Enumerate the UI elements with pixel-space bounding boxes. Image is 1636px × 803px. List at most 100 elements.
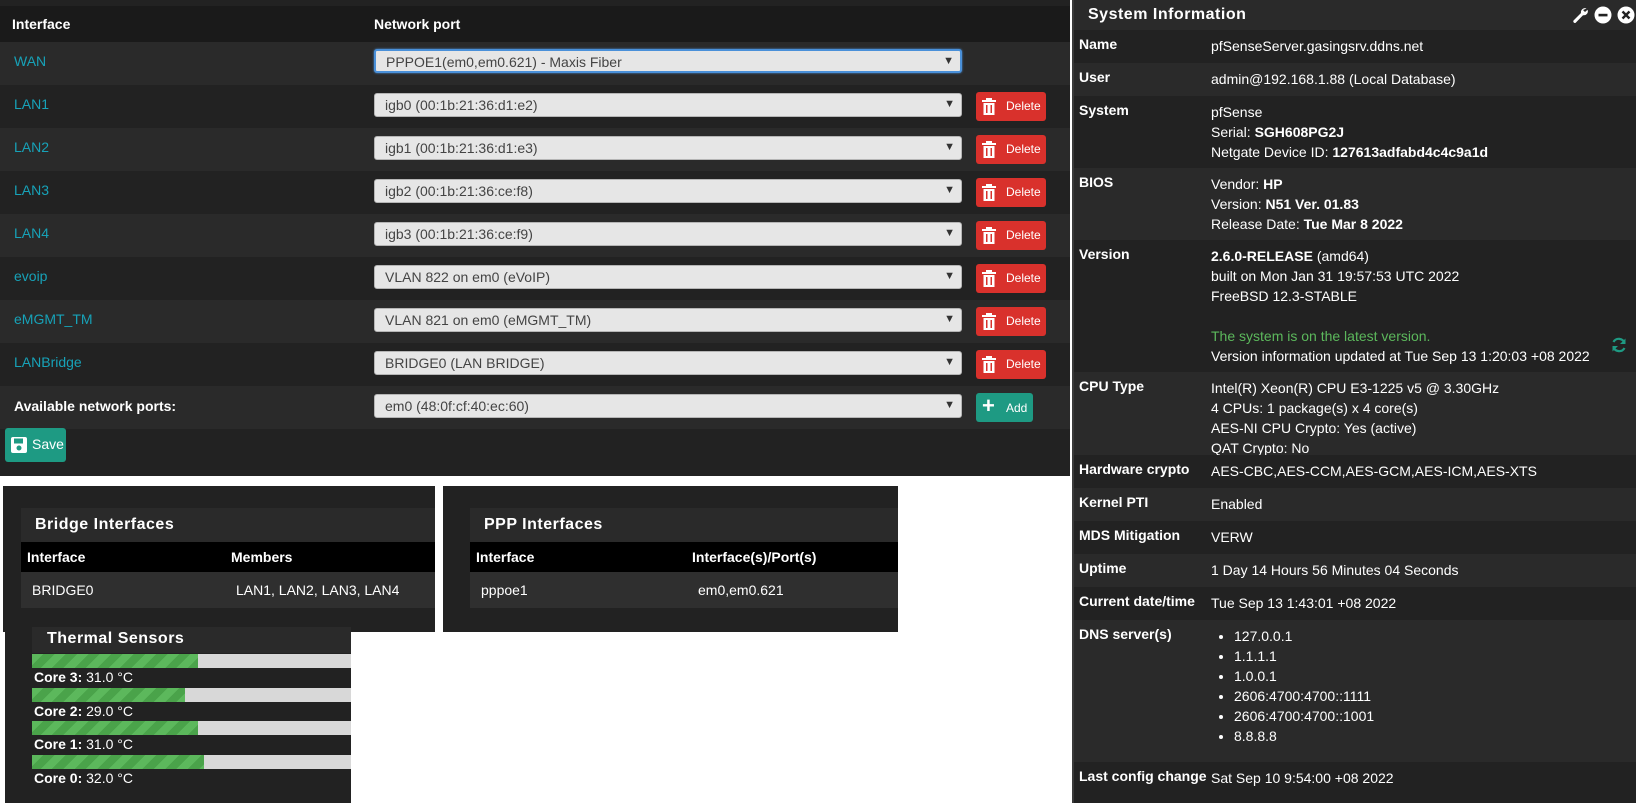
add-label: Add xyxy=(1006,401,1028,415)
chevron-down-icon: ▼ xyxy=(944,356,955,368)
ppp-ports-cell: em0,em0.621 xyxy=(698,582,784,598)
sensor-name: Core 1: xyxy=(34,736,83,752)
info-value: Enabled xyxy=(1211,496,1263,512)
freebsd-version: FreeBSD 12.3-STABLE xyxy=(1211,288,1358,304)
assignment-row-lan1: LAN1 igb0 (00:1b:21:36:d1:e2) ▼ Delete xyxy=(0,85,1070,128)
select-value: igb3 (00:1b:21:36:ce:f9) xyxy=(385,226,533,242)
trash-icon xyxy=(982,356,996,373)
aes-ni-status: AES-NI CPU Crypto: Yes (active) xyxy=(1211,420,1417,436)
info-key: Hardware crypto xyxy=(1079,461,1190,477)
widget-title: System Information xyxy=(1088,6,1247,23)
info-key: System xyxy=(1079,102,1129,118)
serial-label: Serial: xyxy=(1211,124,1255,140)
build-date: built on Mon Jan 31 19:57:53 UTC 2022 xyxy=(1211,268,1460,284)
serial-value: SGH608PG2J xyxy=(1254,124,1345,140)
network-port-select[interactable]: igb3 (00:1b:21:36:ce:f9) ▼ xyxy=(374,222,962,246)
info-row-version: Version 2.6.0-RELEASE (amd64) built on M… xyxy=(1074,240,1636,372)
interface-link[interactable]: LANBridge xyxy=(14,354,82,370)
delete-button[interactable]: Delete xyxy=(976,178,1046,207)
info-value: 1 Day 14 Hours 56 Minutes 04 Seconds xyxy=(1211,562,1459,578)
delete-button[interactable]: Delete xyxy=(976,135,1046,164)
info-value: Sat Sep 10 9:54:00 +08 2022 xyxy=(1211,770,1394,786)
interface-link[interactable]: WAN xyxy=(14,53,46,69)
cpu-model: Intel(R) Xeon(R) CPU E3-1225 v5 @ 3.30GH… xyxy=(1211,380,1500,396)
info-key: DNS server(s) xyxy=(1079,626,1172,642)
temperature-bar xyxy=(32,755,351,769)
interface-link[interactable]: LAN3 xyxy=(14,182,49,198)
sensor-value: 29.0 °C xyxy=(86,703,133,719)
minimize-icon[interactable] xyxy=(1594,6,1612,24)
info-value: 2.6.0-RELEASE (amd64) built on Mon Jan 3… xyxy=(1211,246,1590,366)
info-row-cpu: CPU Type Intel(R) Xeon(R) CPU E3-1225 v5… xyxy=(1074,372,1636,458)
bios-release-value: Tue Mar 8 2022 xyxy=(1303,216,1403,232)
delete-button[interactable]: Delete xyxy=(976,307,1046,336)
save-button[interactable]: Save xyxy=(5,428,66,462)
assignment-row-lan2: LAN2 igb1 (00:1b:21:36:d1:e3) ▼ Delete xyxy=(0,128,1070,171)
network-port-select[interactable]: igb0 (00:1b:21:36:d1:e2) ▼ xyxy=(374,93,962,117)
add-button[interactable]: + Add xyxy=(976,393,1033,422)
network-port-select[interactable]: PPPOE1(em0,em0.621) - Maxis Fiber ▼ xyxy=(374,49,962,73)
delete-button[interactable]: Delete xyxy=(976,92,1046,121)
network-port-select[interactable]: igb2 (00:1b:21:36:ce:f8) ▼ xyxy=(374,179,962,203)
network-port-select[interactable]: VLAN 822 on em0 (eVoIP) ▼ xyxy=(374,265,962,289)
bios-release-line: Release Date: Tue Mar 8 2022 xyxy=(1211,214,1403,234)
info-row-user: User admin@192.168.1.88 (Local Database) xyxy=(1074,63,1636,96)
list-item: 8.8.8.8 xyxy=(1234,726,1374,746)
interface-link[interactable]: LAN1 xyxy=(14,96,49,112)
temperature-bar-fill xyxy=(32,654,198,668)
sensor-value: 32.0 °C xyxy=(86,770,133,786)
network-port-select[interactable]: VLAN 821 on em0 (eMGMT_TM) ▼ xyxy=(374,308,962,332)
sensor-name: Core 3: xyxy=(34,669,83,685)
ppp-col-interface: Interface xyxy=(476,549,535,565)
list-item: 2606:4700:4700::1001 xyxy=(1234,706,1374,726)
select-value: igb1 (00:1b:21:36:d1:e3) xyxy=(385,140,538,156)
sensor-label: Core 3: 31.0 °C xyxy=(34,669,133,685)
info-key: BIOS xyxy=(1079,174,1114,190)
bios-vendor-line: Vendor: HP xyxy=(1211,174,1403,194)
select-value: BRIDGE0 (LAN BRIDGE) xyxy=(385,355,545,371)
delete-label: Delete xyxy=(1006,357,1041,371)
bridge-interface-cell: BRIDGE0 xyxy=(32,582,94,598)
ppp-table-header: Interface Interface(s)/Port(s) xyxy=(470,542,898,572)
info-key: Last config change xyxy=(1079,768,1207,784)
ppp-interface-cell: pppoe1 xyxy=(481,582,528,598)
trash-icon xyxy=(982,227,996,244)
delete-button[interactable]: Delete xyxy=(976,264,1046,293)
network-port-select[interactable]: BRIDGE0 (LAN BRIDGE) ▼ xyxy=(374,351,962,375)
sensor-row: Core 1: 31.0 °C xyxy=(32,721,351,754)
chevron-down-icon: ▼ xyxy=(944,98,955,110)
available-ports-label: Available network ports: xyxy=(14,398,177,414)
sensor-value: 31.0 °C xyxy=(86,669,133,685)
info-key: Name xyxy=(1079,36,1118,52)
assignment-row-lan4: LAN4 igb3 (00:1b:21:36:ce:f9) ▼ Delete xyxy=(0,214,1070,257)
available-port-select[interactable]: em0 (48:0f:cf:40:ec:60) ▼ xyxy=(374,394,962,418)
version-number: 2.6.0-RELEASE xyxy=(1211,248,1313,264)
select-value: igb0 (00:1b:21:36:d1:e2) xyxy=(385,97,538,113)
delete-button[interactable]: Delete xyxy=(976,221,1046,250)
chevron-down-icon: ▼ xyxy=(944,184,955,196)
delete-label: Delete xyxy=(1006,228,1041,242)
interface-link[interactable]: eMGMT_TM xyxy=(14,311,93,327)
info-value: Vendor: HP Version: N51 Ver. 01.83 Relea… xyxy=(1211,174,1403,234)
interface-link[interactable]: LAN4 xyxy=(14,225,49,241)
trash-icon xyxy=(982,313,996,330)
wrench-icon[interactable] xyxy=(1571,6,1589,24)
info-value: admin@192.168.1.88 (Local Database) xyxy=(1211,71,1456,87)
ppp-interfaces-panel: PPP Interfaces Interface Interface(s)/Po… xyxy=(443,486,898,632)
col-network-port-header: Network port xyxy=(374,16,461,32)
bios-version-line: Version: N51 Ver. 01.83 xyxy=(1211,194,1403,214)
network-port-select[interactable]: igb1 (00:1b:21:36:d1:e3) ▼ xyxy=(374,136,962,160)
interface-link[interactable]: evoip xyxy=(14,268,47,284)
close-icon[interactable] xyxy=(1617,6,1635,24)
sensor-name: Core 0: xyxy=(34,770,83,786)
assignment-row-emgmt: eMGMT_TM VLAN 821 on em0 (eMGMT_TM) ▼ De… xyxy=(0,300,1070,343)
temperature-bar xyxy=(32,721,351,735)
info-value: Intel(R) Xeon(R) CPU E3-1225 v5 @ 3.30GH… xyxy=(1211,378,1499,458)
col-interface-header: Interface xyxy=(12,16,71,32)
ppp-col-ports: Interface(s)/Port(s) xyxy=(692,549,817,565)
interface-link[interactable]: LAN2 xyxy=(14,139,49,155)
delete-button[interactable]: Delete xyxy=(976,350,1046,379)
chevron-down-icon: ▼ xyxy=(944,270,955,282)
list-item: 1.0.0.1 xyxy=(1234,666,1374,686)
refresh-icon[interactable] xyxy=(1610,336,1628,354)
